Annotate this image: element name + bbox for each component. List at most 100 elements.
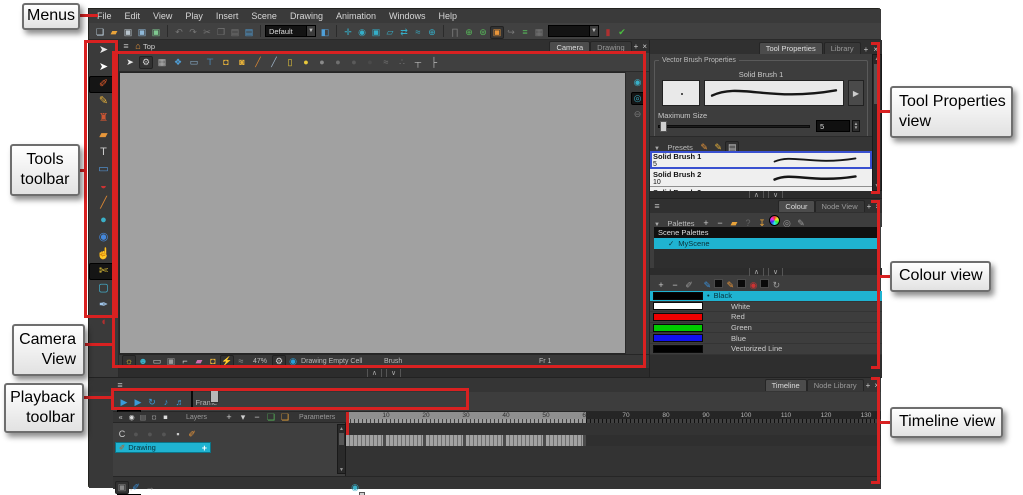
layers-scrollbar[interactable]: ▲ ▼ bbox=[337, 424, 346, 474]
paste-special-icon[interactable]: ▤ bbox=[242, 26, 256, 39]
tab-colour[interactable]: Colour bbox=[778, 200, 815, 212]
new-scene-icon[interactable]: ❏ bbox=[93, 26, 107, 39]
chevron-down-icon[interactable]: ▼ bbox=[589, 26, 598, 36]
copy-icon[interactable]: ❐ bbox=[214, 26, 228, 39]
fullscreen-icon[interactable]: ◧ bbox=[318, 26, 332, 39]
menu-animation[interactable]: Animation bbox=[336, 11, 376, 21]
swatch-box-both-icon[interactable] bbox=[760, 279, 770, 288]
maintain-size-icon[interactable]: ⇄ bbox=[397, 26, 411, 39]
data-view2-icon[interactable]: ▤ bbox=[137, 412, 148, 422]
rotate-icon[interactable]: ◉ bbox=[355, 26, 369, 39]
add-drawing-icon[interactable]: + bbox=[202, 443, 207, 453]
menu-edit[interactable]: Edit bbox=[125, 11, 141, 21]
panel-menu-icon[interactable]: ≡ bbox=[650, 200, 664, 213]
preset-item[interactable]: Solid Brush 2 10 bbox=[650, 169, 872, 187]
menu-help[interactable]: Help bbox=[439, 11, 458, 21]
show-all-icon[interactable]: ◉ bbox=[126, 412, 137, 422]
pivot-icon[interactable]: ⊕ bbox=[425, 26, 439, 39]
save-icon[interactable]: ▣ bbox=[121, 26, 135, 39]
layer-row[interactable]: C ● ● ● ▪ ✐ ✐ Drawing + bbox=[113, 424, 346, 453]
save-version-icon[interactable]: ▣ bbox=[149, 26, 163, 39]
tab-tool-properties[interactable]: Tool Properties bbox=[758, 42, 823, 54]
step-down-icon[interactable]: ▼ bbox=[854, 125, 858, 131]
menu-scene[interactable]: Scene bbox=[251, 11, 277, 21]
tool-preset-dropdown[interactable]: ▼ bbox=[548, 25, 599, 37]
tab-timeline[interactable]: Timeline bbox=[764, 379, 807, 391]
drawing-layer-track[interactable] bbox=[346, 435, 881, 446]
colour-splitter[interactable]: ∧ ∨ bbox=[650, 267, 882, 276]
solo-dot-icon[interactable]: ● bbox=[143, 428, 157, 441]
add-layer-dropdown[interactable]: ▾ bbox=[236, 411, 250, 424]
menu-drawing[interactable]: Drawing bbox=[290, 11, 323, 21]
swatch-box-fill-icon[interactable] bbox=[737, 279, 747, 288]
skew-icon[interactable]: ▱ bbox=[383, 26, 397, 39]
max-size-stepper[interactable]: ▲ ▼ bbox=[852, 120, 860, 132]
swatch-box-line-icon[interactable] bbox=[714, 279, 724, 288]
menu-file[interactable]: File bbox=[97, 11, 112, 21]
add-view-icon[interactable]: + bbox=[864, 381, 873, 390]
delete-layer-icon[interactable]: − bbox=[250, 411, 264, 424]
scale-icon[interactable]: ▣ bbox=[369, 26, 383, 39]
camera-link-icon[interactable]: C bbox=[115, 428, 129, 441]
menu-play[interactable]: Play bbox=[185, 11, 203, 21]
chevron-down-icon[interactable]: ▼ bbox=[306, 26, 315, 36]
render-view-toggle-icon[interactable]: ✔ bbox=[615, 26, 629, 39]
lock-all-icon[interactable]: ◘ bbox=[149, 412, 160, 422]
arrow-icon[interactable]: → bbox=[143, 481, 157, 494]
chevron-up-icon[interactable]: ∧ bbox=[366, 368, 382, 377]
spline-offset-icon[interactable]: ≈ bbox=[411, 26, 425, 39]
add-view-icon[interactable]: + bbox=[632, 42, 641, 51]
preset-item[interactable]: Solid Brush 1 5 bbox=[650, 151, 872, 169]
max-size-slider[interactable] bbox=[658, 125, 810, 128]
open-scene-icon[interactable]: ▰ bbox=[107, 26, 121, 39]
grid-menu-icon[interactable]: ▦ bbox=[532, 26, 546, 39]
expand-collapse-icon[interactable]: « bbox=[115, 412, 126, 422]
colour-row[interactable]: Blue bbox=[650, 333, 882, 344]
max-size-slider-handle[interactable] bbox=[660, 121, 667, 132]
tool-properties-splitter[interactable]: ∧ ∨ bbox=[650, 190, 882, 199]
render-toggle-bar-icon[interactable]: ▮ bbox=[601, 26, 615, 39]
paste-icon[interactable]: ▤ bbox=[228, 26, 242, 39]
connection-icon[interactable]: ↪ bbox=[504, 26, 518, 39]
colour-row[interactable]: White bbox=[650, 301, 882, 313]
add-peg-icon[interactable]: ⊕ bbox=[462, 26, 476, 39]
camera-timeline-splitter[interactable]: ∧ ∨ bbox=[119, 368, 649, 377]
add-drawing-layer-icon[interactable]: ≡ bbox=[518, 26, 532, 39]
colour-row[interactable]: • Black bbox=[650, 291, 882, 302]
thumb-box-icon[interactable]: ▪ bbox=[171, 428, 185, 441]
show-extended-properties-button[interactable]: ▶ bbox=[848, 80, 864, 106]
menu-view[interactable]: View bbox=[153, 11, 172, 21]
translate-icon[interactable]: ✛ bbox=[341, 26, 355, 39]
playhead[interactable] bbox=[346, 412, 349, 435]
colour-wheel-icon[interactable] bbox=[768, 215, 780, 226]
duplicate-layer-icon[interactable]: ❏ bbox=[264, 411, 278, 424]
add-layer-icon[interactable]: + bbox=[222, 411, 236, 424]
palette-row[interactable]: ✓ MyScene bbox=[654, 238, 878, 249]
lock-dot-icon[interactable]: ● bbox=[157, 428, 171, 441]
layer-brush-icon[interactable]: ✐ bbox=[185, 428, 199, 441]
add-view-icon[interactable]: + bbox=[862, 45, 871, 54]
tab-library[interactable]: Library bbox=[823, 42, 861, 54]
cut-icon[interactable]: ✂ bbox=[200, 26, 214, 39]
rigging-icon[interactable]: ∏ bbox=[448, 26, 462, 39]
thumb-icon[interactable]: ■ bbox=[160, 412, 171, 422]
save-as-icon[interactable]: ▣ bbox=[135, 26, 149, 39]
clone-layer-icon[interactable]: ❏ bbox=[278, 411, 292, 424]
brush-blue-icon[interactable]: ✐ bbox=[129, 481, 143, 494]
add-parent-peg-icon[interactable]: ⊛ bbox=[476, 26, 490, 39]
close-view-icon[interactable]: × bbox=[640, 42, 649, 51]
selection-frame-icon[interactable]: ▣ bbox=[490, 26, 504, 39]
chevron-down-icon[interactable]: ∨ bbox=[386, 368, 402, 377]
enable-all-icon[interactable]: ▣ bbox=[115, 481, 129, 494]
workspace-dropdown[interactable]: Default ▼ bbox=[265, 25, 316, 37]
frame-ruler[interactable]: 10 20 30 40 50 60 70 80 90 100 110 120 1… bbox=[346, 412, 881, 423]
redo-icon[interactable]: ↷ bbox=[186, 26, 200, 39]
tab-node-library[interactable]: Node Library bbox=[806, 379, 864, 391]
tab-node-view[interactable]: Node View bbox=[814, 200, 865, 212]
colour-row[interactable]: Red bbox=[650, 312, 882, 323]
show-dot-icon[interactable]: ● bbox=[129, 428, 143, 441]
menu-windows[interactable]: Windows bbox=[389, 11, 426, 21]
max-size-value-field[interactable]: 5 bbox=[816, 120, 850, 132]
undo-icon[interactable]: ↶ bbox=[172, 26, 186, 39]
colour-row[interactable]: Vectorized Line bbox=[650, 343, 882, 355]
